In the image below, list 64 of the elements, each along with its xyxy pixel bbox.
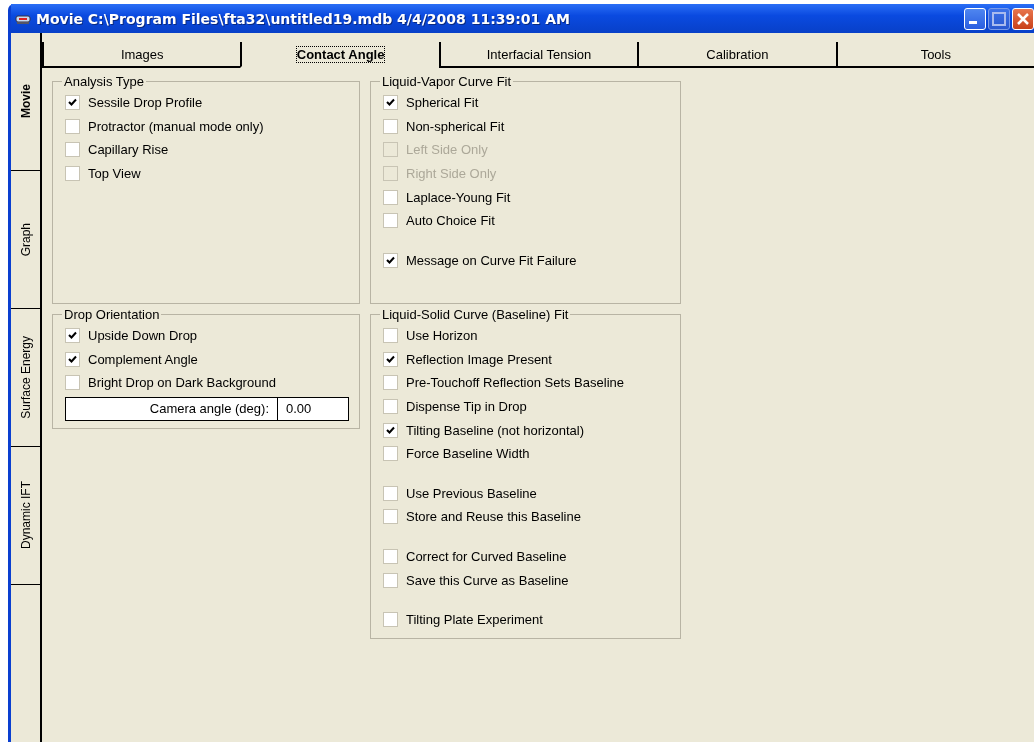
checkbox[interactable] xyxy=(65,351,80,367)
group-title: Analysis Type xyxy=(63,74,145,89)
checkbox-option[interactable]: Tilting Baseline (not horizontal) xyxy=(383,418,670,442)
checkbox[interactable] xyxy=(383,509,398,525)
checkbox-option[interactable]: Correct for Curved Baseline xyxy=(383,544,670,569)
checkbox[interactable] xyxy=(383,118,398,134)
checkbox-option[interactable]: Message on Curve Fit Failure xyxy=(383,248,670,273)
checkbox[interactable] xyxy=(383,252,398,268)
window-title: Movie C:\Program Files\fta32\untitled19.mdb 4/4/2008 11:39:01 AM xyxy=(36,10,571,27)
checkbox[interactable] xyxy=(383,351,398,367)
close-icon xyxy=(1017,12,1029,25)
checkbox-option[interactable]: Use Horizon xyxy=(383,324,670,348)
checkbox-option[interactable]: Sessile Drop Profile xyxy=(65,91,349,115)
checkbox[interactable] xyxy=(383,95,398,111)
checkbox[interactable] xyxy=(383,485,398,501)
group-title: Drop Orientation xyxy=(63,307,161,322)
checkbox-option[interactable]: Top View xyxy=(65,161,349,186)
checkbox-option[interactable]: Capillary Rise xyxy=(65,138,349,162)
checkbox[interactable] xyxy=(383,399,398,415)
close-button[interactable] xyxy=(1012,7,1034,30)
minimize-button[interactable] xyxy=(964,7,986,30)
checkbox-option[interactable]: Store and Reuse this Baseline xyxy=(383,505,670,529)
checkbox-option[interactable]: Reflection Image Present xyxy=(383,347,670,372)
checkbox-option[interactable]: Laplace-Young Fit xyxy=(383,185,670,209)
checkbox-option[interactable]: Dispense Tip in Drop xyxy=(383,394,670,419)
checkbox[interactable] xyxy=(383,612,398,628)
checkbox[interactable] xyxy=(65,375,80,391)
checkbox[interactable] xyxy=(383,328,398,344)
maximize-icon xyxy=(992,11,1006,26)
checkbox[interactable] xyxy=(65,166,80,182)
checkbox[interactable] xyxy=(383,549,398,565)
checkbox[interactable] xyxy=(383,213,398,229)
checkbox-option: Right Side Only xyxy=(383,161,670,186)
group-title: Liquid-Solid Curve (Baseline) Fit xyxy=(381,307,570,322)
checkbox-option[interactable]: Spherical Fit xyxy=(383,91,670,115)
checkbox-option[interactable]: Tilting Plate Experiment xyxy=(383,607,670,632)
checkbox[interactable] xyxy=(65,95,80,111)
field-label: Camera angle (deg): xyxy=(66,397,278,420)
checkbox[interactable] xyxy=(65,328,80,344)
maximize-button[interactable] xyxy=(988,7,1010,30)
checkbox[interactable] xyxy=(65,142,80,158)
checkbox-option[interactable]: Bright Drop on Dark Background xyxy=(65,371,349,395)
checkbox[interactable] xyxy=(383,422,398,438)
field-value: 0.00 xyxy=(285,400,313,419)
checkbox-option[interactable]: Save this Curve as Baseline xyxy=(383,568,670,592)
checkbox-option[interactable]: Force Baseline Width xyxy=(383,441,670,466)
group-title: Liquid-Vapor Curve Fit xyxy=(381,74,513,89)
checkbox[interactable] xyxy=(383,572,398,588)
checkbox-option[interactable]: Pre-Touchoff Reflection Sets Baseline xyxy=(383,371,670,395)
checkbox[interactable] xyxy=(383,375,398,391)
checkbox-option: Left Side Only xyxy=(383,138,670,162)
checkbox-option[interactable]: Protractor (manual mode only) xyxy=(65,114,349,139)
checkbox[interactable] xyxy=(383,446,398,462)
checkbox[interactable] xyxy=(383,189,398,205)
checkbox[interactable] xyxy=(65,118,80,134)
checkbox-option[interactable]: Non-spherical Fit xyxy=(383,114,670,139)
camera-angle-field[interactable]: Camera angle (deg): 0.00 xyxy=(65,396,349,421)
checkbox-option[interactable]: Use Previous Baseline xyxy=(383,481,670,506)
checkbox-option[interactable]: Auto Choice Fit xyxy=(383,208,670,233)
checkbox-option[interactable]: Complement Angle xyxy=(65,347,349,372)
minimize-icon xyxy=(969,21,977,24)
app-icon xyxy=(15,12,31,25)
tab[interactable]: Contact Angle xyxy=(240,42,439,68)
checkbox-option[interactable]: Upside Down Drop xyxy=(65,324,349,348)
